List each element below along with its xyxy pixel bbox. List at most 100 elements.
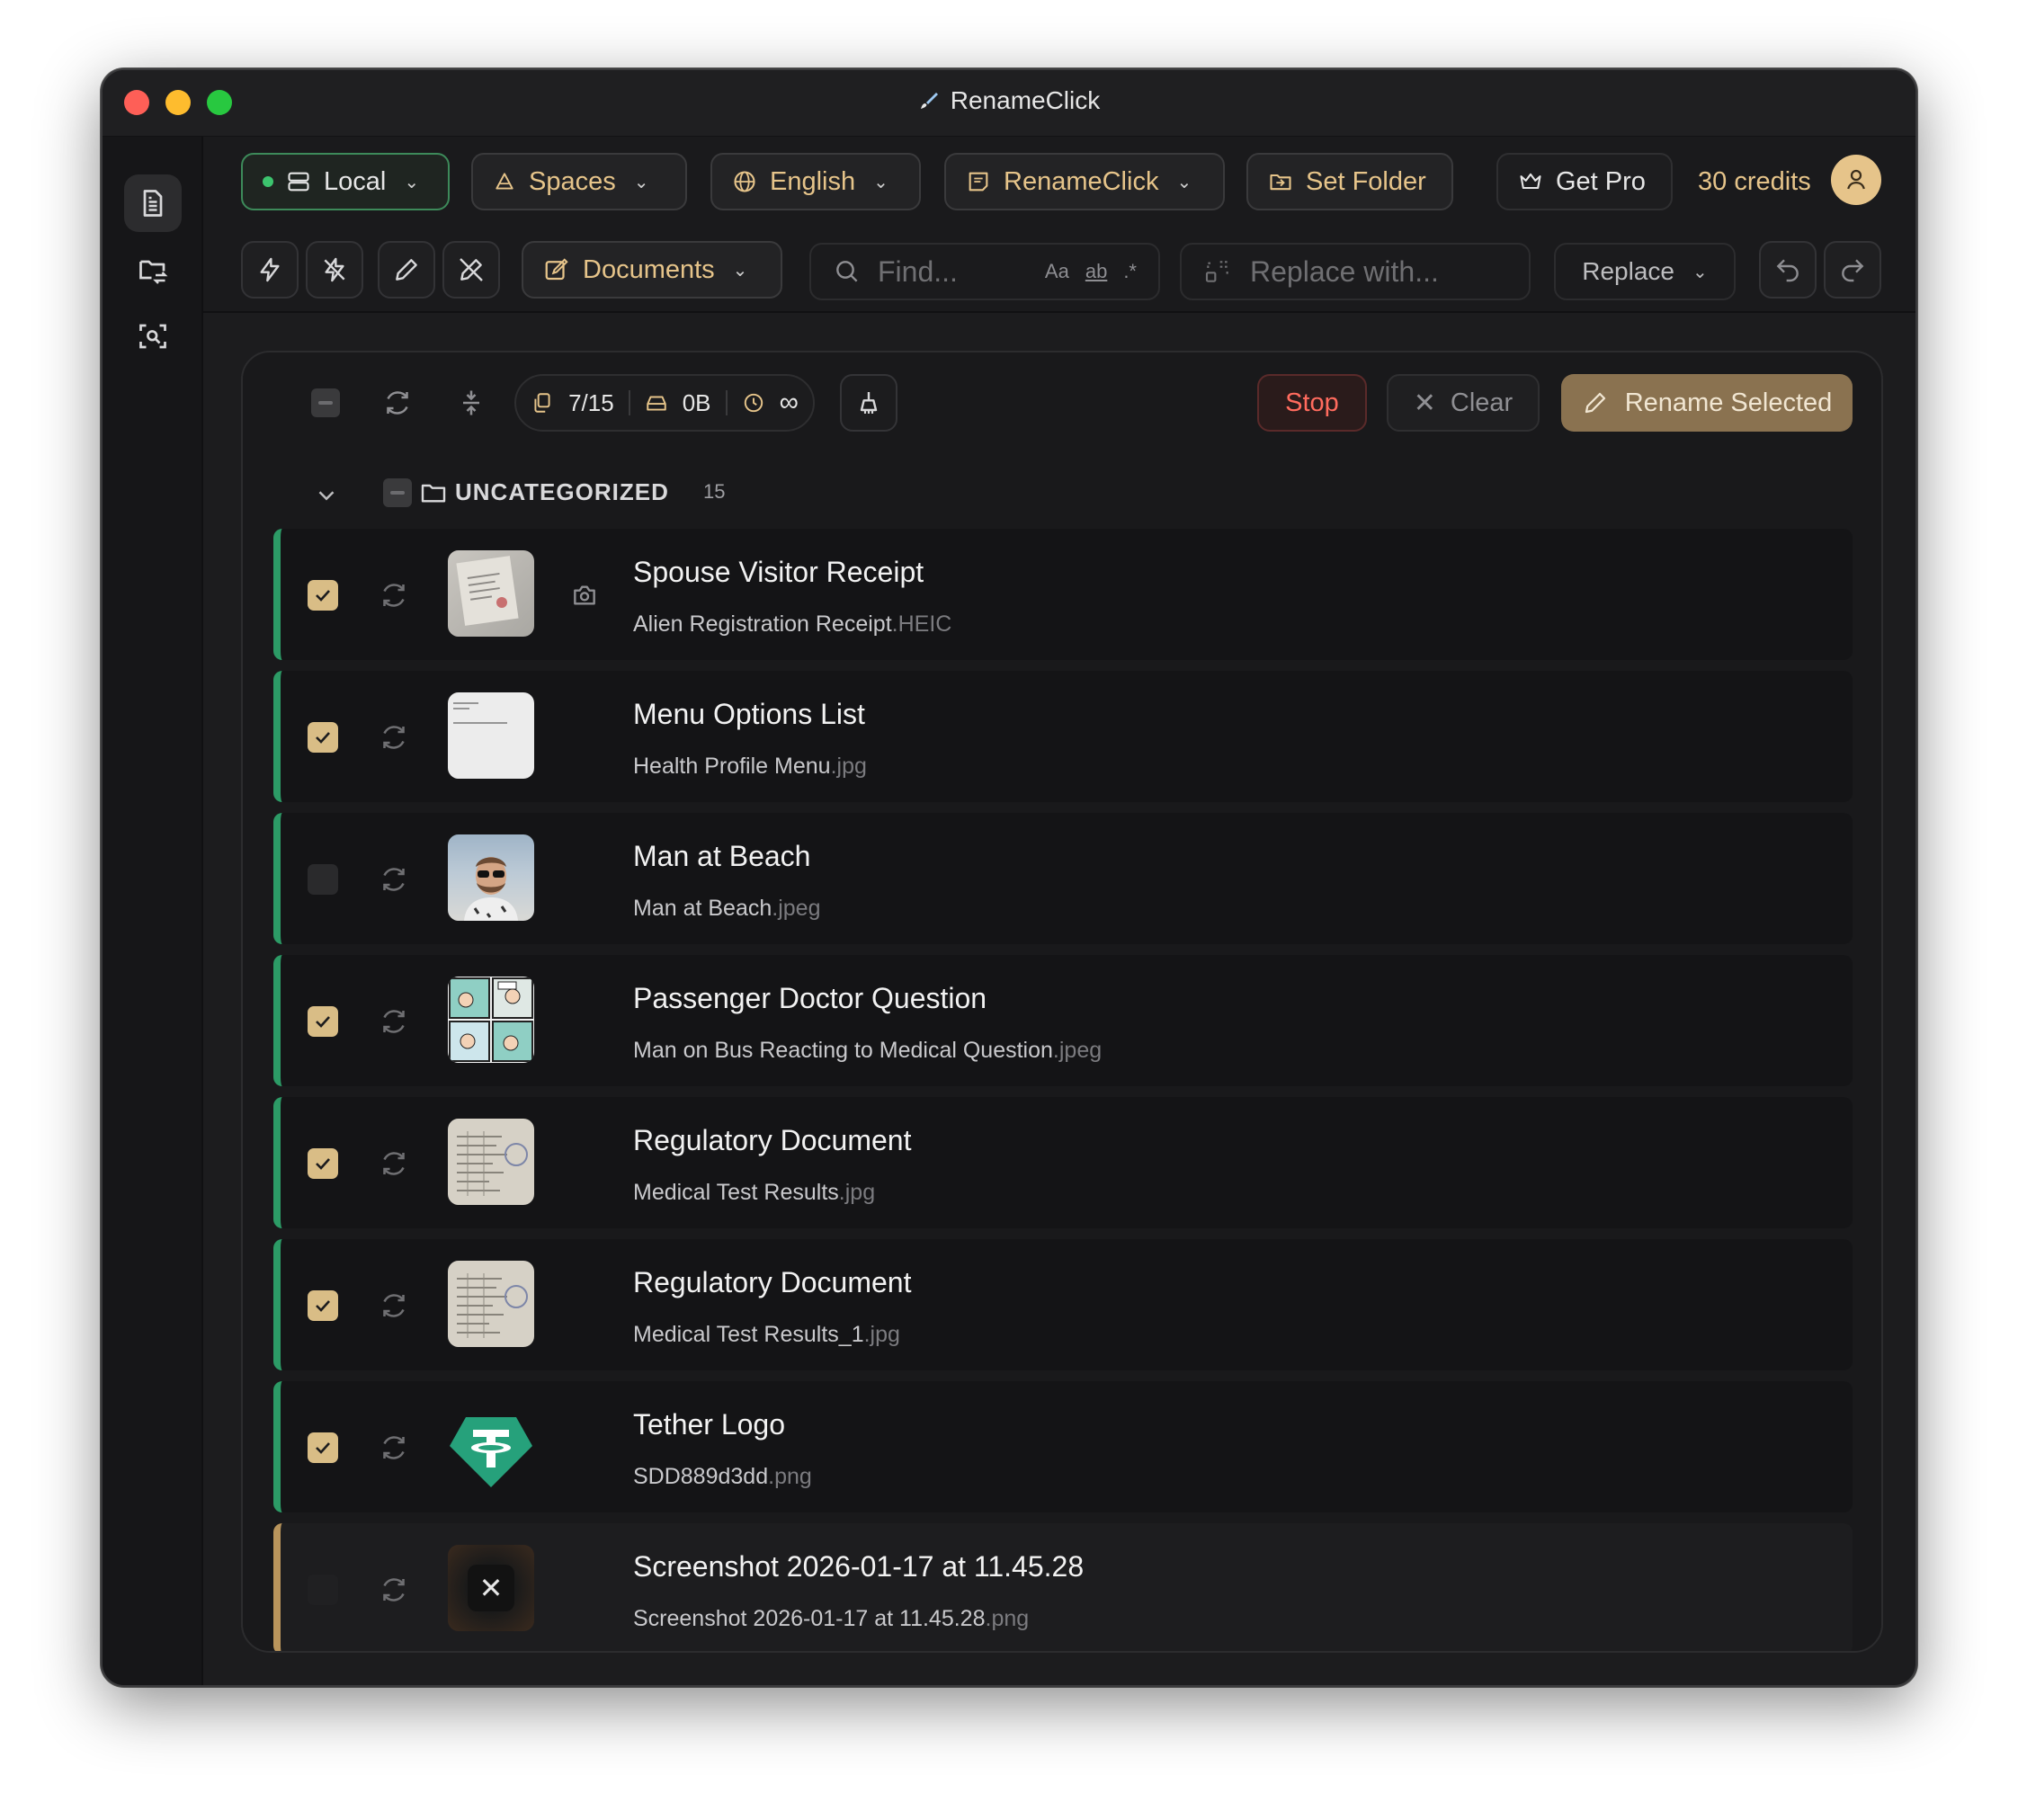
search-icon	[836, 261, 858, 282]
sidebar-item-files[interactable]	[124, 174, 182, 232]
replace-input[interactable]: Replace with...	[1250, 255, 1439, 289]
file-row[interactable]: ✕ Screenshot 2026-01-17 at 11.45.28 Scre…	[273, 1523, 1853, 1651]
select-all-checkbox[interactable]	[311, 388, 340, 417]
file-row[interactable]: Menu Options List Health Profile Menu.jp…	[273, 671, 1853, 802]
original-filename: Alien Registration Receipt.HEIC	[633, 611, 951, 638]
clean-button[interactable]	[840, 374, 897, 432]
new-filename[interactable]: Menu Options List	[633, 698, 865, 731]
preset-select[interactable]: RenameClick ⌄	[944, 153, 1225, 210]
row-checkbox[interactable]	[308, 1006, 338, 1037]
man-beach-thumbnail[interactable]	[448, 834, 534, 921]
get-pro-button[interactable]: Get Pro	[1496, 153, 1673, 210]
regenerate-icon[interactable]	[378, 1432, 410, 1464]
row-checkbox[interactable]	[308, 1575, 338, 1605]
new-filename[interactable]: Regulatory Document	[633, 1266, 911, 1299]
undo-button[interactable]	[1759, 241, 1817, 299]
document-icon	[143, 190, 163, 217]
spaces-select[interactable]: Spaces ⌄	[471, 153, 687, 210]
file-row[interactable]: Passenger Doctor Question Man on Bus Rea…	[273, 955, 1853, 1086]
files-icon	[534, 393, 550, 413]
category-select[interactable]: Documents ⌄	[522, 241, 782, 299]
regenerate-icon[interactable]	[378, 1147, 410, 1180]
new-filename[interactable]: Passenger Doctor Question	[633, 982, 987, 1015]
stamped-document-thumbnail[interactable]	[448, 1261, 534, 1347]
match-case-toggle[interactable]: Aa	[1045, 260, 1069, 283]
menu-thumbnail[interactable]	[448, 692, 534, 779]
edit-off-button[interactable]	[442, 241, 500, 299]
chevron-down-icon: ⌄	[1692, 262, 1708, 282]
sidebar-item-scan[interactable]	[124, 308, 182, 365]
original-filename: Medical Test Results.jpg	[633, 1180, 875, 1206]
stop-button[interactable]: Stop	[1257, 374, 1367, 432]
regenerate-icon[interactable]	[378, 1005, 410, 1038]
row-checkbox[interactable]	[308, 1432, 338, 1463]
find-field[interactable]: Find... Aa ab .*	[809, 243, 1160, 300]
new-filename[interactable]: Regulatory Document	[633, 1124, 911, 1157]
original-filename: Man at Beach.jpeg	[633, 896, 820, 922]
category-pencil-icon	[545, 258, 568, 281]
regenerate-icon[interactable]	[378, 721, 410, 754]
clear-button[interactable]: ✕ Clear	[1387, 374, 1540, 432]
tether-logo-thumbnail[interactable]	[448, 1403, 534, 1489]
comic-thumbnail[interactable]	[448, 977, 534, 1063]
file-panel: 7/15 0B ∞ Stop ✕ Clear Rename Selected U…	[241, 351, 1883, 1653]
sidebar-item-folder-sync[interactable]	[124, 241, 182, 299]
collapse-icon[interactable]	[455, 387, 487, 419]
replace-mode-label: Replace	[1582, 257, 1674, 285]
regenerate-icon[interactable]	[378, 1289, 410, 1322]
group-title[interactable]: UNCATEGORIZED	[455, 478, 669, 506]
row-checkbox[interactable]	[308, 864, 338, 895]
lightning-off-icon	[324, 257, 345, 282]
redo-button[interactable]	[1824, 241, 1881, 299]
regex-toggle[interactable]: .*	[1123, 260, 1137, 283]
replace-field[interactable]: Replace with...	[1180, 243, 1531, 300]
receipt-thumbnail[interactable]	[448, 550, 534, 637]
group-select-checkbox[interactable]	[383, 478, 412, 507]
rename-selected-button[interactable]: Rename Selected	[1561, 374, 1853, 432]
avatar[interactable]	[1831, 155, 1881, 205]
stamped-document-thumbnail[interactable]	[448, 1119, 534, 1205]
file-extension: .jpeg	[1052, 1038, 1103, 1063]
original-basename: Health Profile Menu	[633, 754, 831, 779]
chevron-down-icon[interactable]	[313, 482, 340, 509]
set-folder-button[interactable]: Set Folder	[1246, 153, 1453, 210]
camera-icon	[574, 585, 595, 605]
divider	[628, 390, 630, 415]
file-row[interactable]: Spouse Visitor Receipt Alien Registratio…	[273, 529, 1853, 660]
new-filename[interactable]: Man at Beach	[633, 840, 810, 873]
storage-select[interactable]: Local ⌄	[241, 153, 450, 210]
regenerate-icon[interactable]	[378, 579, 410, 611]
screenshot-thumbnail[interactable]: ✕	[448, 1545, 534, 1631]
replace-mode-select[interactable]: Replace ⌄	[1554, 243, 1736, 300]
find-input[interactable]: Find...	[878, 255, 1029, 289]
row-checkbox[interactable]	[308, 580, 338, 611]
file-row[interactable]: Regulatory Document Medical Test Results…	[273, 1097, 1853, 1228]
auto-rename-button[interactable]	[241, 241, 299, 299]
new-filename[interactable]: Tether Logo	[633, 1408, 785, 1441]
language-select[interactable]: English ⌄	[710, 153, 921, 210]
auto-rename-off-button[interactable]	[306, 241, 363, 299]
stats-size: 0B	[682, 388, 711, 416]
title-bar: RenameClick	[103, 70, 1915, 137]
checkmark-icon	[316, 1442, 330, 1454]
chevron-down-icon: ⌄	[732, 260, 748, 281]
file-row[interactable]: Regulatory Document Medical Test Results…	[273, 1239, 1853, 1370]
edit-button[interactable]	[378, 241, 435, 299]
clear-label: Clear	[1450, 388, 1514, 417]
regenerate-icon[interactable]	[378, 863, 410, 896]
refresh-icon[interactable]	[381, 387, 414, 419]
whole-word-toggle[interactable]: ab	[1085, 260, 1107, 283]
close-icon: ✕	[1413, 388, 1436, 418]
row-checkbox[interactable]	[308, 1290, 338, 1321]
group-count: 15	[703, 480, 726, 503]
file-row[interactable]: Tether Logo SDD889d3dd.png	[273, 1381, 1853, 1512]
get-pro-label: Get Pro	[1556, 166, 1646, 196]
row-checkbox[interactable]	[308, 722, 338, 753]
scan-search-icon	[139, 324, 166, 349]
replace-icon	[1205, 261, 1228, 282]
file-row[interactable]: Man at Beach Man at Beach.jpeg	[273, 813, 1853, 944]
row-checkbox[interactable]	[308, 1148, 338, 1179]
new-filename[interactable]: Screenshot 2026-01-17 at 11.45.28	[633, 1550, 1084, 1584]
new-filename[interactable]: Spouse Visitor Receipt	[633, 556, 924, 589]
regenerate-icon[interactable]	[378, 1574, 410, 1606]
